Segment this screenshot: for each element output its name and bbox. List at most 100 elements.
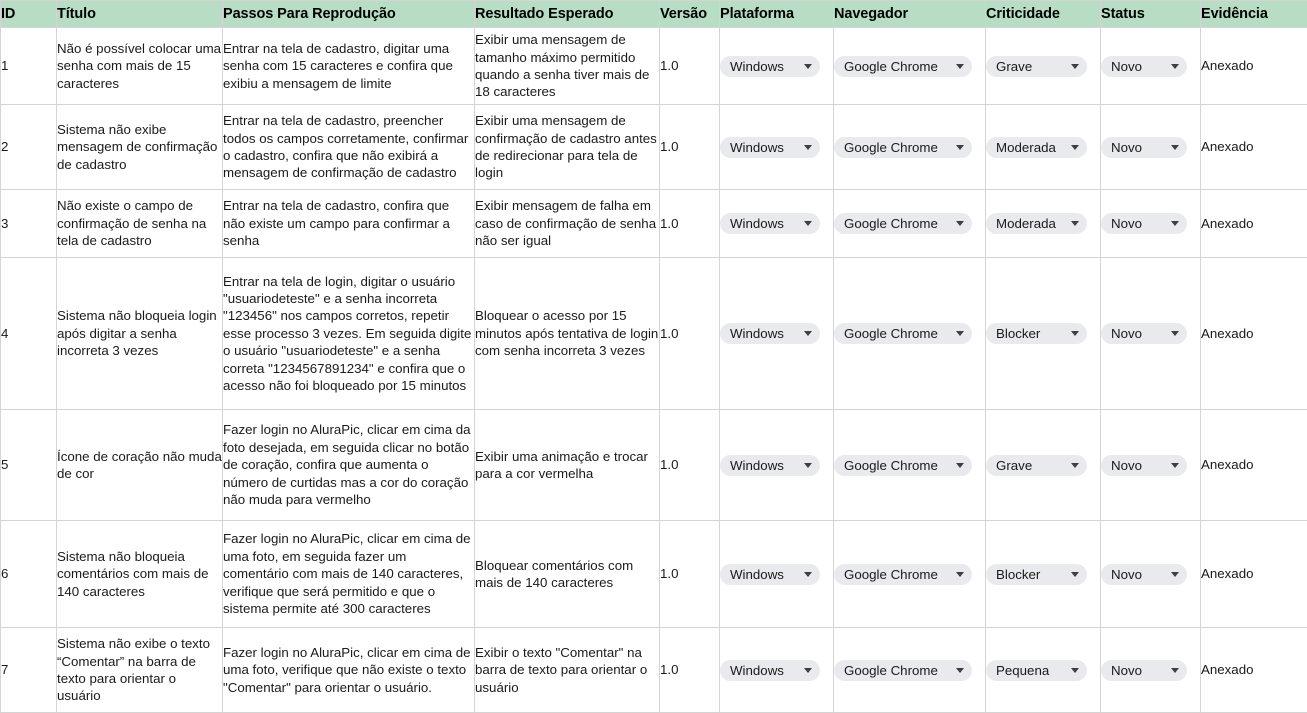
cell-navegador[interactable]: Google Chrome	[833, 627, 986, 713]
criticidade-dropdown[interactable]: Grave	[986, 55, 1087, 77]
cell-resultado[interactable]: Bloquear comentários com mais de 140 car…	[474, 520, 660, 628]
cell-titulo[interactable]: Sistema não exibe mensagem de confirmaçã…	[56, 104, 223, 190]
cell-passos[interactable]: Fazer login no AluraPic, clicar em cima …	[222, 409, 475, 521]
cell-plataforma[interactable]: Windows	[719, 104, 834, 190]
cell-resultado[interactable]: Exibir uma animação e trocar para a cor …	[474, 409, 660, 521]
cell-resultado[interactable]: Exibir uma mensagem de confirmação de ca…	[474, 104, 660, 190]
cell-plataforma[interactable]: Windows	[719, 409, 834, 521]
cell-evidencia[interactable]: Anexado	[1200, 189, 1307, 258]
navegador-dropdown[interactable]: Google Chrome	[834, 213, 972, 234]
cell-evidencia[interactable]: Anexado	[1200, 257, 1307, 410]
criticidade-dropdown[interactable]: Moderada	[986, 136, 1087, 158]
plataforma-dropdown[interactable]: Windows	[720, 213, 820, 234]
column-header-titulo[interactable]: Título	[56, 0, 223, 28]
cell-passos[interactable]: Fazer login no AluraPic, clicar em cima …	[222, 520, 475, 628]
cell-titulo[interactable]: Sistema não bloqueia comentários com mai…	[56, 520, 223, 628]
status-dropdown[interactable]: Novo	[1101, 136, 1187, 158]
cell-versao[interactable]: 1.0	[659, 27, 720, 105]
column-header-id[interactable]: ID	[0, 0, 57, 28]
cell-passos[interactable]: Entrar na tela de login, digitar o usuár…	[222, 257, 475, 410]
cell-titulo[interactable]: Sistema não bloqueia login após digitar …	[56, 257, 223, 410]
cell-evidencia[interactable]: Anexado	[1200, 627, 1307, 713]
cell-versao[interactable]: 1.0	[659, 627, 720, 713]
cell-navegador[interactable]: Google Chrome	[833, 189, 986, 258]
plataforma-dropdown[interactable]: Windows	[720, 55, 820, 77]
cell-status[interactable]: Novo	[1100, 257, 1201, 410]
navegador-dropdown[interactable]: Google Chrome	[834, 136, 972, 158]
cell-resultado[interactable]: Exibir o texto "Comentar" na barra de te…	[474, 627, 660, 713]
status-dropdown[interactable]: Novo	[1101, 55, 1187, 77]
cell-id[interactable]: 6	[0, 520, 57, 628]
status-dropdown[interactable]: Novo	[1101, 323, 1187, 344]
cell-id[interactable]: 5	[0, 409, 57, 521]
cell-criticidade[interactable]: Pequena	[985, 627, 1101, 713]
plataforma-dropdown[interactable]: Windows	[720, 454, 820, 476]
criticidade-dropdown[interactable]: Grave	[986, 454, 1087, 476]
cell-passos[interactable]: Entrar na tela de cadastro, preencher to…	[222, 104, 475, 190]
plataforma-dropdown[interactable]: Windows	[720, 563, 820, 585]
status-dropdown[interactable]: Novo	[1101, 659, 1187, 681]
cell-versao[interactable]: 1.0	[659, 520, 720, 628]
cell-passos[interactable]: Entrar na tela de cadastro, confira que …	[222, 189, 475, 258]
navegador-dropdown[interactable]: Google Chrome	[834, 563, 972, 585]
cell-plataforma[interactable]: Windows	[719, 189, 834, 258]
cell-plataforma[interactable]: Windows	[719, 520, 834, 628]
status-dropdown[interactable]: Novo	[1101, 563, 1187, 585]
navegador-dropdown[interactable]: Google Chrome	[834, 454, 972, 476]
cell-resultado[interactable]: Exibir uma mensagem de tamanho máximo pe…	[474, 27, 660, 105]
cell-plataforma[interactable]: Windows	[719, 627, 834, 713]
cell-navegador[interactable]: Google Chrome	[833, 257, 986, 410]
cell-status[interactable]: Novo	[1100, 627, 1201, 713]
criticidade-dropdown[interactable]: Pequena	[986, 659, 1087, 681]
cell-status[interactable]: Novo	[1100, 520, 1201, 628]
cell-navegador[interactable]: Google Chrome	[833, 409, 986, 521]
cell-evidencia[interactable]: Anexado	[1200, 104, 1307, 190]
cell-criticidade[interactable]: Grave	[985, 409, 1101, 521]
cell-criticidade[interactable]: Blocker	[985, 520, 1101, 628]
cell-passos[interactable]: Entrar na tela de cadastro, digitar uma …	[222, 27, 475, 105]
cell-navegador[interactable]: Google Chrome	[833, 104, 986, 190]
cell-id[interactable]: 4	[0, 257, 57, 410]
cell-criticidade[interactable]: Blocker	[985, 257, 1101, 410]
cell-evidencia[interactable]: Anexado	[1200, 520, 1307, 628]
column-header-passos[interactable]: Passos Para Reprodução	[222, 0, 475, 28]
navegador-dropdown[interactable]: Google Chrome	[834, 659, 972, 681]
status-dropdown[interactable]: Novo	[1101, 213, 1187, 234]
cell-id[interactable]: 1	[0, 27, 57, 105]
cell-evidencia[interactable]: Anexado	[1200, 27, 1307, 105]
column-header-versao[interactable]: Versão	[659, 0, 720, 28]
column-header-plataforma[interactable]: Plataforma	[719, 0, 834, 28]
cell-versao[interactable]: 1.0	[659, 104, 720, 190]
navegador-dropdown[interactable]: Google Chrome	[834, 55, 972, 77]
criticidade-dropdown[interactable]: Blocker	[986, 563, 1087, 585]
criticidade-dropdown[interactable]: Moderada	[986, 213, 1087, 234]
column-header-resultado[interactable]: Resultado Esperado	[474, 0, 660, 28]
cell-id[interactable]: 2	[0, 104, 57, 190]
cell-versao[interactable]: 1.0	[659, 189, 720, 258]
cell-plataforma[interactable]: Windows	[719, 257, 834, 410]
cell-criticidade[interactable]: Grave	[985, 27, 1101, 105]
cell-plataforma[interactable]: Windows	[719, 27, 834, 105]
cell-navegador[interactable]: Google Chrome	[833, 520, 986, 628]
cell-evidencia[interactable]: Anexado	[1200, 409, 1307, 521]
cell-id[interactable]: 3	[0, 189, 57, 258]
column-header-evidencia[interactable]: Evidência	[1200, 0, 1307, 28]
cell-titulo[interactable]: Ícone de coração não muda de cor	[56, 409, 223, 521]
cell-titulo[interactable]: Não existe o campo de confirmação de sen…	[56, 189, 223, 258]
cell-resultado[interactable]: Exibir mensagem de falha em caso de conf…	[474, 189, 660, 258]
cell-id[interactable]: 7	[0, 627, 57, 713]
column-header-status[interactable]: Status	[1100, 0, 1201, 28]
cell-criticidade[interactable]: Moderada	[985, 104, 1101, 190]
cell-status[interactable]: Novo	[1100, 104, 1201, 190]
cell-navegador[interactable]: Google Chrome	[833, 27, 986, 105]
column-header-criticidade[interactable]: Criticidade	[985, 0, 1101, 28]
criticidade-dropdown[interactable]: Blocker	[986, 323, 1087, 344]
cell-versao[interactable]: 1.0	[659, 257, 720, 410]
cell-criticidade[interactable]: Moderada	[985, 189, 1101, 258]
plataforma-dropdown[interactable]: Windows	[720, 659, 820, 681]
cell-resultado[interactable]: Bloquear o acesso por 15 minutos após te…	[474, 257, 660, 410]
column-header-navegador[interactable]: Navegador	[833, 0, 986, 28]
status-dropdown[interactable]: Novo	[1101, 454, 1187, 476]
cell-titulo[interactable]: Sistema não exibe o texto “Comentar” na …	[56, 627, 223, 713]
plataforma-dropdown[interactable]: Windows	[720, 323, 820, 344]
